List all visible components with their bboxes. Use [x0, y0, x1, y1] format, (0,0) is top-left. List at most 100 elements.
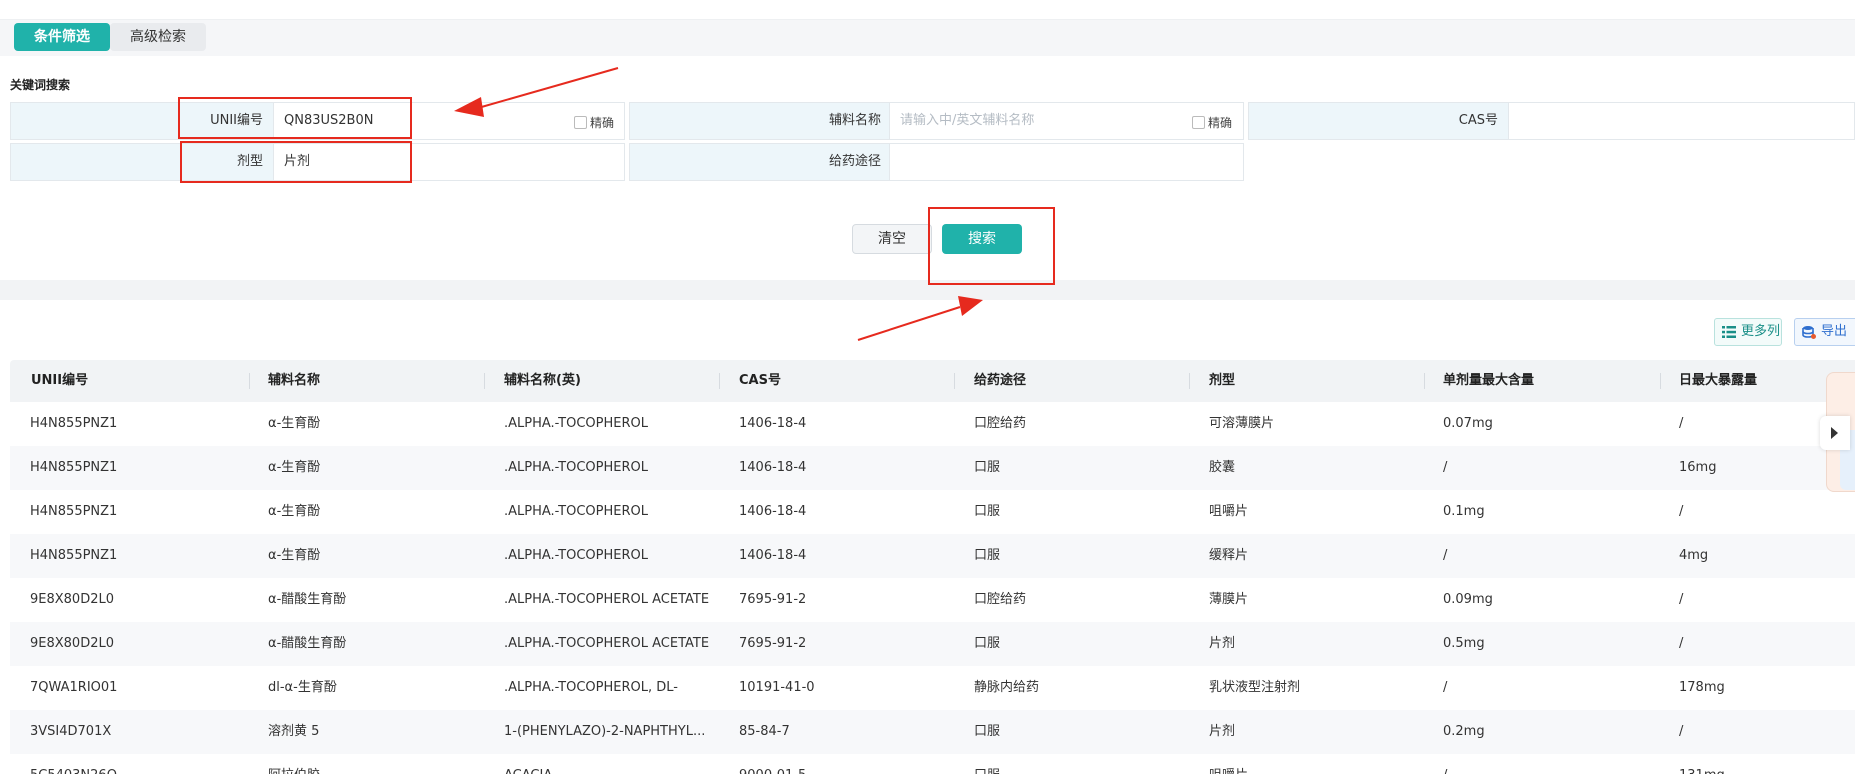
table-row[interactable]: H4N855PNZ1 α-生育酚 .ALPHA.-TOCOPHEROL 1406-18… [10, 402, 1855, 446]
checkbox-icon [1192, 116, 1205, 129]
cell-name-en: .ALPHA.-TOCOPHEROL ACETATE [504, 592, 710, 607]
excipient-exact-label: 精确 [1208, 116, 1233, 130]
unii-input-value: QN83US2B0N [284, 113, 374, 128]
cell-name-en: 1-(PHENYLAZO)-2-NAPHTHYL... [504, 724, 706, 739]
export-button[interactable]: 导出 [1794, 318, 1855, 346]
cell-max-unit: 0.1mg [1443, 504, 1485, 519]
cell-route: 口腔给药 [974, 592, 1027, 607]
cell-route: 口服 [974, 754, 1189, 774]
cell-name-en: .ALPHA.-TOCOPHEROL, DL- [504, 680, 678, 695]
col-header-name[interactable]: 辅料名称 [268, 360, 320, 402]
cell-route: 口服 [974, 636, 1001, 651]
col-header-cas[interactable]: CAS号 [739, 360, 781, 402]
cell-route: 口腔给药 [974, 416, 1027, 431]
cell-max-daily: 178mg [1679, 680, 1725, 695]
cell-unii: H4N855PNZ1 [30, 460, 118, 475]
cell-max-unit: 0.5mg [1443, 636, 1485, 651]
col-header-route[interactable]: 给药途径 [974, 360, 1026, 402]
col-separator [954, 373, 955, 389]
cell-cas: 1406-18-4 [739, 460, 807, 475]
cell-max-unit: / [1443, 754, 1658, 774]
more-columns-button[interactable]: 更多列 [1714, 318, 1782, 346]
cell-max-daily: / [1679, 592, 1684, 607]
col-header-max-daily[interactable]: 日最大暴露量 [1679, 360, 1757, 402]
unii-label: UNII编号 [210, 113, 263, 128]
collapse-toggle[interactable] [1820, 416, 1850, 450]
excipient-name-input[interactable]: 请输入中/英文辅料名称 精确 [889, 103, 1243, 139]
excipient-name-label: 辅料名称 [828, 113, 881, 128]
route-input[interactable] [889, 144, 1243, 180]
table-row[interactable]: 9E8X80D2L0 α-醋酸生育酚 .ALPHA.-TOCOPHEROL ACET… [10, 622, 1855, 666]
excipient-exact-checkbox[interactable]: 精确 [1192, 114, 1232, 131]
cell-route: 口服 [974, 548, 1001, 563]
caret-right-icon [1831, 427, 1838, 439]
col-header-name-en[interactable]: 辅料名称(英) [504, 360, 581, 402]
unii-field: UNII编号 QN83US2B0N 精确 [10, 102, 625, 140]
cell-cas: 7695-91-2 [739, 592, 807, 607]
table-row[interactable]: H4N855PNZ1 α-生育酚 .ALPHA.-TOCOPHEROL 1406-18… [10, 534, 1855, 578]
cell-max-unit: / [1443, 460, 1448, 475]
export-label: 导出 [1821, 324, 1848, 339]
cell-name: α-生育酚 [268, 460, 321, 475]
cell-cas: 1406-18-4 [739, 548, 807, 563]
cell-route: 口服 [974, 460, 1001, 475]
cell-unii: H4N855PNZ1 [30, 548, 118, 563]
top-strip [0, 0, 1855, 20]
table-row[interactable]: 7QWA1RIO01 dl-α-生育酚 .ALPHA.-TOCOPHEROL, DL… [10, 666, 1855, 710]
col-separator [1189, 373, 1190, 389]
col-separator [1660, 373, 1661, 389]
keyword-search-label: 关键词搜索 [10, 78, 71, 92]
cell-max-daily: / [1679, 636, 1684, 651]
table-header: UNII编号 辅料名称 辅料名称(英) CAS号 给药途径 剂型 单剂量最大含量… [10, 360, 1855, 402]
more-columns-label: 更多列 [1741, 324, 1781, 339]
table-row[interactable]: 9E8X80D2L0 α-醋酸生育酚 .ALPHA.-TOCOPHEROL ACET… [10, 578, 1855, 622]
table-row[interactable]: 5C5403N26O 阿拉伯胶 ACACIA 9000-01-5 口服咀嚼片 / 131mg [10, 754, 1855, 774]
cell-cas: 85-84-7 [739, 724, 790, 739]
table-row[interactable]: H4N855PNZ1 α-生育酚 .ALPHA.-TOCOPHEROL 1406-18… [10, 490, 1855, 534]
route-field: 给药途径 [629, 143, 1244, 181]
tab-condition-filter[interactable]: 条件筛选 [14, 23, 110, 51]
cell-name-en: ACACIA [504, 754, 719, 774]
table-row[interactable]: 3VSI4D701X 溶剂黄 5 1-(PHENYLAZO)-2-NAPHTHYL.… [10, 710, 1855, 754]
cell-unii: 7QWA1RIO01 [30, 680, 118, 695]
cell-max-daily: 131mg [1679, 754, 1855, 774]
cell-cas: 1406-18-4 [739, 504, 807, 519]
cell-name: α-醋酸生育酚 [268, 636, 347, 651]
excipient-name-placeholder: 请输入中/英文辅料名称 [900, 113, 1035, 128]
database-export-icon [1802, 326, 1816, 339]
unii-exact-checkbox[interactable]: 精确 [574, 114, 614, 131]
cell-name: 溶剂黄 5 [268, 724, 320, 739]
section-divider [0, 280, 1855, 300]
cell-max-daily: 4mg [1679, 548, 1709, 563]
dosage-form-input[interactable]: 片剂 [273, 144, 624, 180]
unii-input[interactable]: QN83US2B0N 精确 [273, 103, 624, 139]
search-button[interactable]: 搜索 [942, 224, 1022, 254]
dosage-form-label: 剂型 [236, 154, 263, 169]
cell-name: α-生育酚 [268, 416, 321, 431]
cell-unii: 9E8X80D2L0 [30, 592, 114, 607]
col-separator [1424, 373, 1425, 389]
cell-max-unit: 0.09mg [1443, 592, 1493, 607]
cell-cas: 10191-41-0 [739, 680, 815, 695]
col-header-form[interactable]: 剂型 [1209, 360, 1235, 402]
col-header-unii[interactable]: UNII编号 [31, 360, 88, 402]
col-header-max-unit[interactable]: 单剂量最大含量 [1443, 360, 1534, 402]
clear-button[interactable]: 清空 [852, 224, 932, 254]
tab-advanced-search[interactable]: 高级检索 [110, 23, 206, 51]
cas-label: CAS号 [1458, 113, 1498, 128]
cell-max-daily: / [1679, 724, 1684, 739]
unii-exact-label: 精确 [590, 116, 615, 130]
cell-name-en: .ALPHA.-TOCOPHEROL [504, 460, 648, 475]
arrow-to-search-button [857, 296, 983, 341]
cell-name-en: .ALPHA.-TOCOPHEROL [504, 548, 648, 563]
col-separator [719, 373, 720, 389]
cas-input[interactable] [1508, 103, 1854, 139]
cell-max-unit: / [1443, 548, 1448, 563]
cell-name: α-醋酸生育酚 [268, 592, 347, 607]
dosage-form-field: 剂型 片剂 [10, 143, 625, 181]
col-separator [484, 373, 485, 389]
cell-unii: 9E8X80D2L0 [30, 636, 114, 651]
cell-name: α-生育酚 [268, 548, 321, 563]
cell-form: 咀嚼片 [1209, 754, 1424, 774]
table-row[interactable]: H4N855PNZ1 α-生育酚 .ALPHA.-TOCOPHEROL 1406-18… [10, 446, 1855, 490]
